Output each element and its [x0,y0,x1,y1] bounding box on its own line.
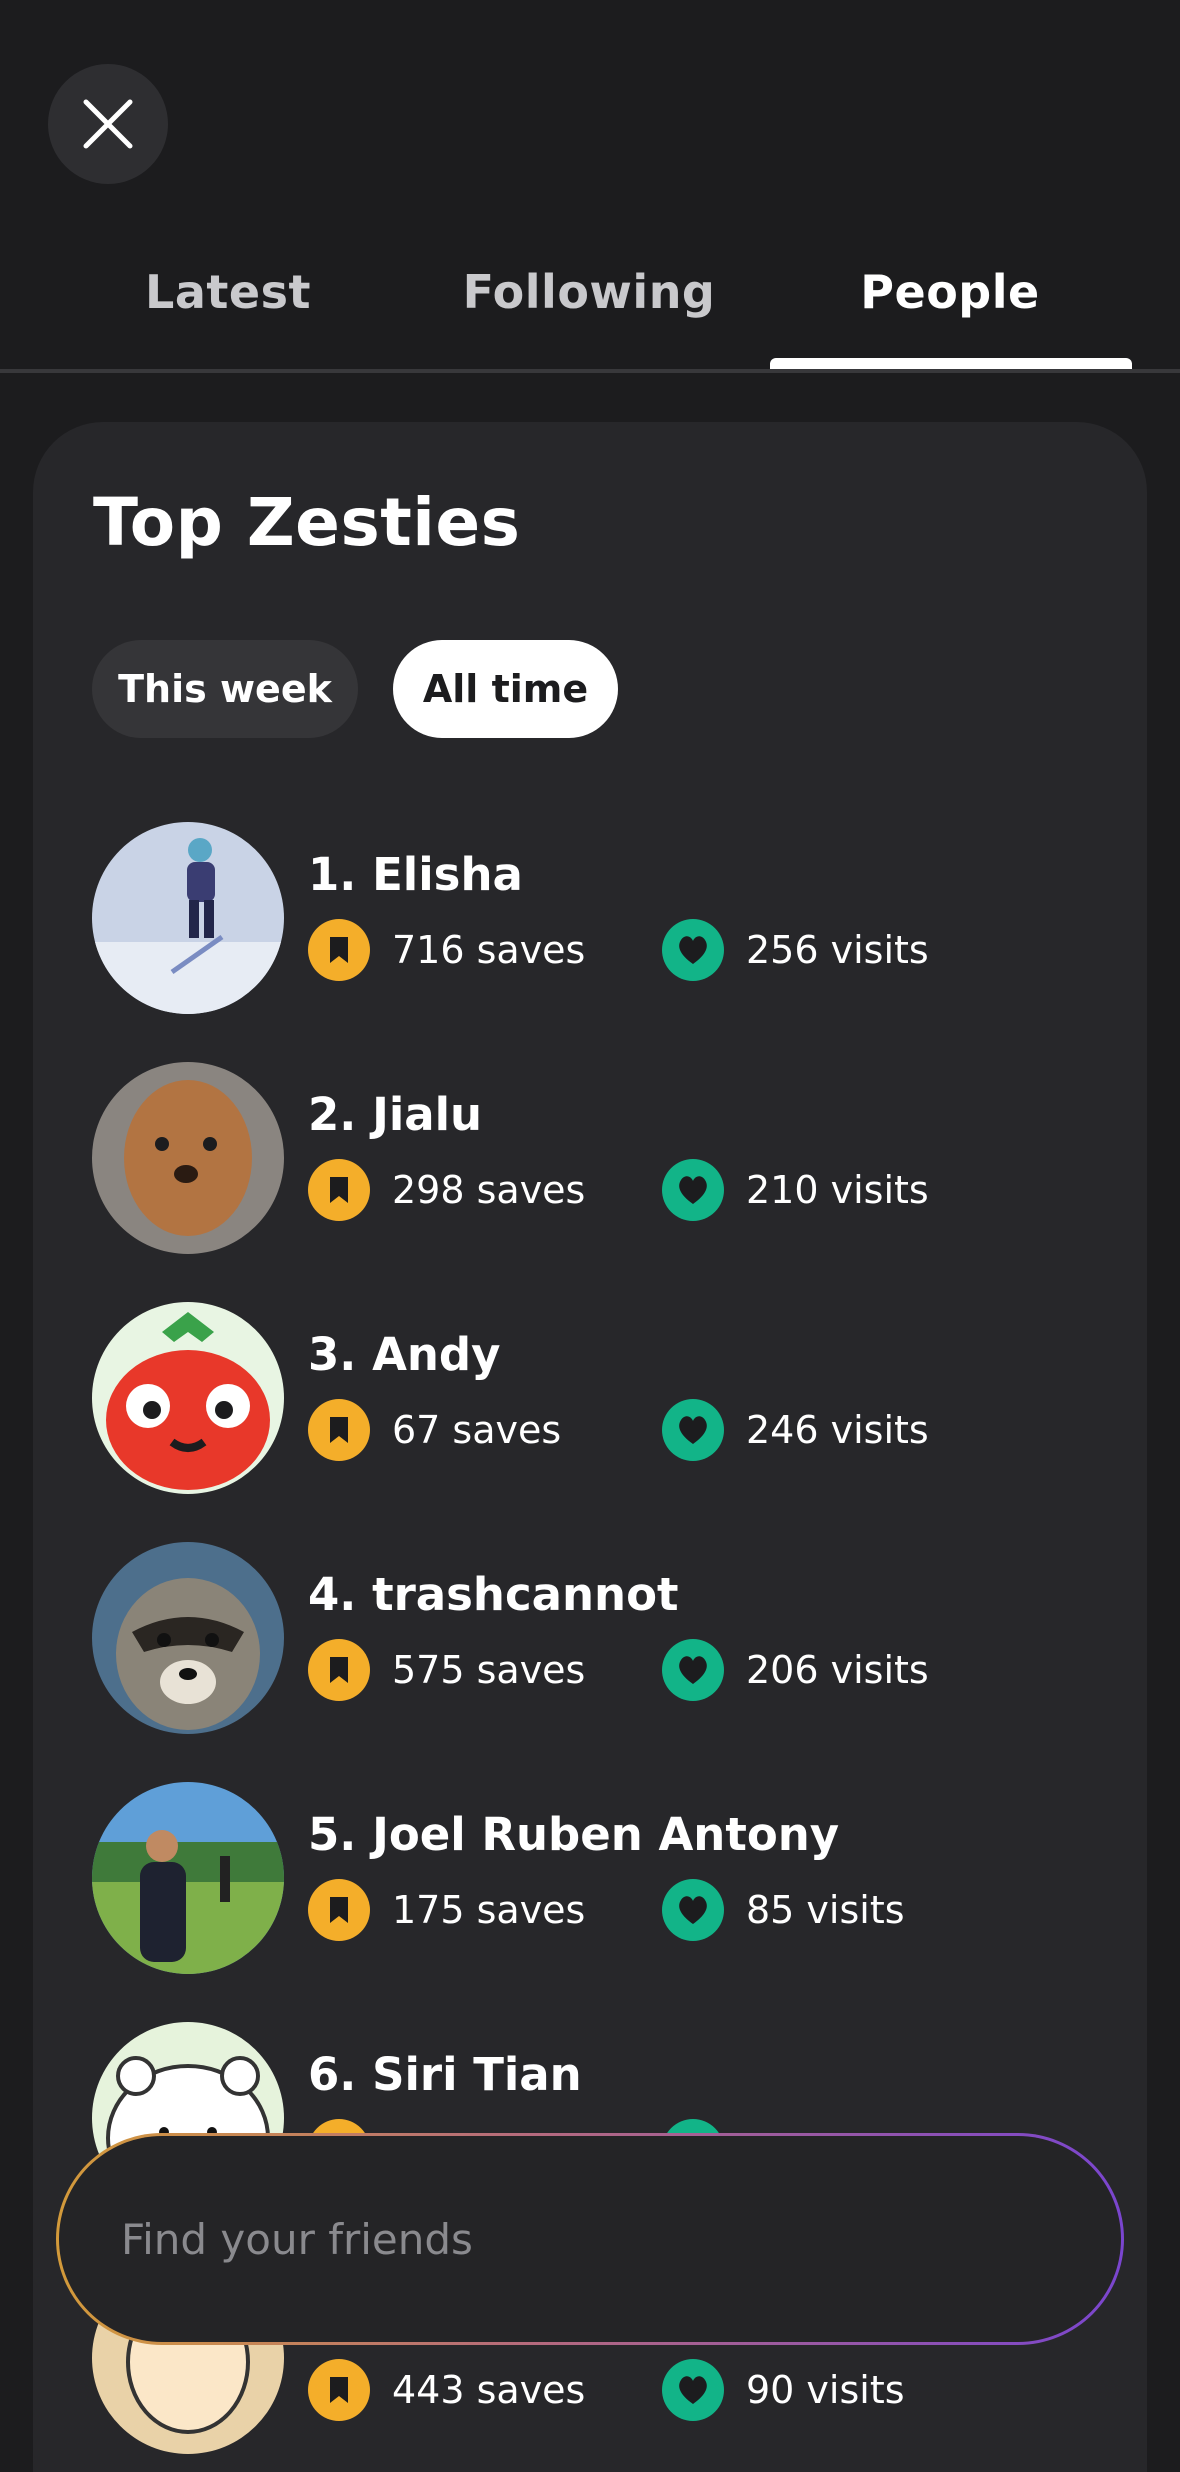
visits-stat: 210 visits [662,1158,929,1222]
bookmark-icon [308,919,370,981]
close-icon [83,99,133,149]
heart-icon [662,919,724,981]
heart-icon [662,1159,724,1221]
saves-count: 298 saves [392,1168,586,1212]
visits-count: 206 visits [746,1648,929,1692]
avatar [92,1782,284,1974]
saves-count: 67 saves [392,1408,562,1452]
saves-count: 575 saves [392,1648,586,1692]
heart-icon [662,1639,724,1701]
tab-latest[interactable]: Latest [48,265,408,319]
filter-all-time-button[interactable]: All time [393,640,618,738]
visits-stat: 85 visits [662,1878,905,1942]
leaderboard-row[interactable]: 3. Andy 67 saves 246 visits [92,1302,1132,1498]
saves-stat: 575 saves [308,1638,585,1702]
bookmark-icon [308,1159,370,1221]
find-friends-inner [59,2136,1121,2342]
bookmark-icon [308,1399,370,1461]
visits-stat: 206 visits [662,1638,929,1702]
leaderboard-row[interactable]: 1. Elisha 716 saves 256 visits [92,822,1132,1018]
saves-stat: 716 saves [308,918,585,982]
heart-icon [662,2359,724,2421]
filter-this-week-button[interactable]: This week [92,640,358,738]
leaderboard-row[interactable]: 4. trashcannot 575 saves 206 visits [92,1542,1132,1738]
person-name: 1. Elisha [308,848,523,901]
leaderboard-row[interactable]: 5. Joel Ruben Antony 175 saves 85 visits [92,1782,1132,1978]
visits-count: 90 visits [746,2368,905,2412]
person-name: 4. trashcannot [308,1568,679,1621]
close-button[interactable] [48,64,168,184]
avatar [92,1542,284,1734]
heart-icon [662,1399,724,1461]
find-friends-input[interactable] [119,2213,1023,2265]
person-name: 3. Andy [308,1328,501,1381]
tabs-divider [0,369,1180,373]
visits-count: 256 visits [746,928,929,972]
visits-count: 210 visits [746,1168,929,1212]
card-title: Top Zesties [93,484,521,561]
tab-bar: Latest Following People [0,225,1180,371]
bookmark-icon [308,1879,370,1941]
person-name: 2. Jialu [308,1088,483,1141]
find-friends-bar [56,2133,1124,2345]
saves-stat: 298 saves [308,1158,585,1222]
tab-people[interactable]: People [770,265,1130,319]
saves-count: 716 saves [392,928,586,972]
saves-stat: 175 saves [308,1878,585,1942]
heart-icon [662,1879,724,1941]
saves-count: 443 saves [392,2368,586,2412]
avatar [92,822,284,1014]
person-name: 5. Joel Ruben Antony [308,1808,840,1861]
leaderboard-row[interactable]: 2. Jialu 298 saves 210 visits [92,1062,1132,1258]
tab-following[interactable]: Following [409,265,769,319]
visits-count: 246 visits [746,1408,929,1452]
visits-count: 85 visits [746,1888,905,1932]
bookmark-icon [308,2359,370,2421]
visits-stat: 256 visits [662,918,929,982]
visits-stat: 90 visits [662,2358,905,2422]
avatar [92,1302,284,1494]
saves-count: 175 saves [392,1888,586,1932]
saves-stat: 443 saves [308,2358,585,2422]
avatar [92,1062,284,1254]
visits-stat: 246 visits [662,1398,929,1462]
bookmark-icon [308,1639,370,1701]
saves-stat: 67 saves [308,1398,561,1462]
person-name: 6. Siri Tian [308,2048,582,2101]
